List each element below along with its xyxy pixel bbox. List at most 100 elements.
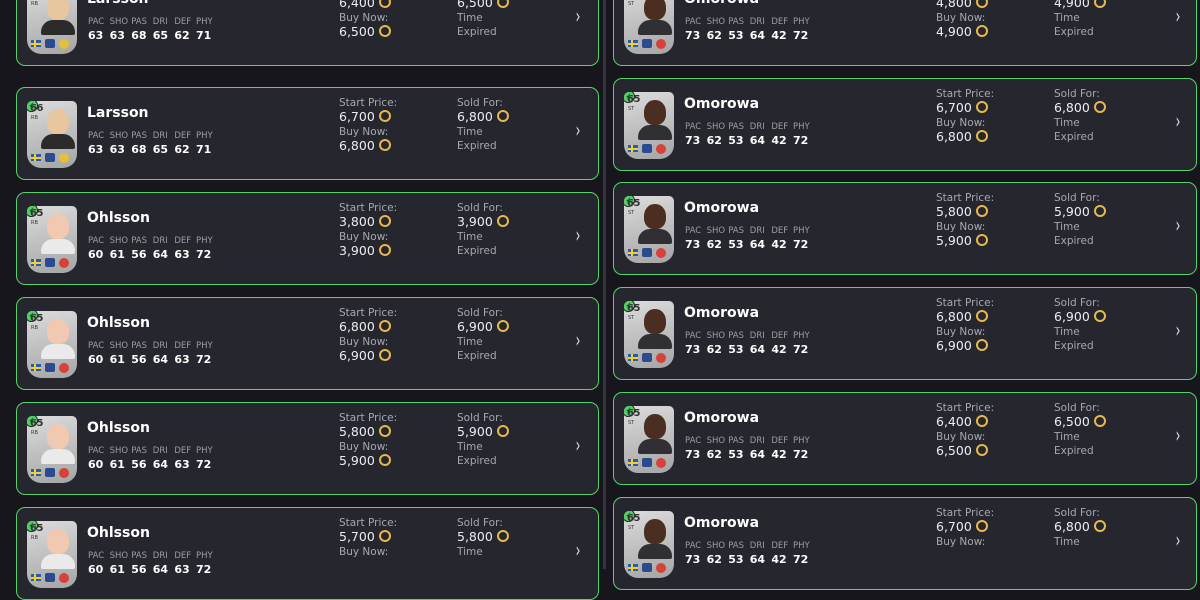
- stat-value: 73: [685, 448, 701, 461]
- chevron-right-icon[interactable]: ›: [1176, 528, 1181, 552]
- player-portrait: [644, 0, 666, 20]
- sold-item-row[interactable]: ✓66RB Larsson PAC SHOPAS DRI DEFPHY 63 63 68 65 62…: [16, 87, 599, 180]
- stat-value: 63: [88, 29, 104, 42]
- chevron-right-icon[interactable]: ›: [576, 433, 581, 457]
- player-card[interactable]: ✓65ST: [624, 92, 674, 159]
- time-label-line: Time: [1054, 535, 1106, 549]
- chevron-right-icon[interactable]: ›: [576, 118, 581, 142]
- stat-value: 56: [131, 563, 147, 576]
- chevron-right-icon[interactable]: ›: [576, 4, 581, 28]
- chevron-right-icon[interactable]: ›: [1176, 423, 1181, 447]
- club-badge-icon: [59, 39, 69, 49]
- stat-label: DRI: [152, 131, 168, 141]
- start-price-value-line: 5,700: [339, 530, 397, 545]
- sold-item-row[interactable]: ✓65ST Omorowa PAC SHOPAS DRI DEFPHY 73 62 53 64 42…: [613, 78, 1197, 171]
- time-value: Expired: [457, 455, 497, 467]
- start-price-label-line: Start Price:: [936, 401, 994, 415]
- stat-label: PAS: [728, 122, 744, 132]
- time-value-line: Expired: [457, 25, 509, 39]
- sold-item-row[interactable]: ✓ 65 RB Ohlsson PAC SHO PAS DRI DEF PHY 60 61 56 64 63…: [16, 507, 599, 600]
- player-card[interactable]: ✓ 65 RB: [27, 521, 77, 588]
- sold-item-row[interactable]: ✓66RB Larsson PAC SHOPAS DRI DEFPHY 63 63 68 65 62…: [16, 0, 599, 66]
- sold-item-row[interactable]: ✓ 65 RB Ohlsson PAC SHO PAS DRI DEF PHY 60 61 56 64 63…: [16, 402, 599, 495]
- time-value: Expired: [1054, 445, 1094, 457]
- stat-label: PAS: [728, 541, 744, 551]
- player-card[interactable]: ✓65ST: [624, 301, 674, 368]
- price-group: Start Price: 5,700 Buy Now:: [339, 516, 397, 559]
- player-card[interactable]: ✓65ST: [624, 196, 674, 263]
- league-badge-icon: [642, 353, 652, 362]
- chevron-right-icon[interactable]: ›: [1176, 109, 1181, 133]
- stat-label: PAS: [131, 17, 147, 27]
- player-card[interactable]: ✓ 65 RB: [27, 206, 77, 273]
- buy-now-label: Buy Now:: [936, 536, 986, 548]
- player-position: RB: [31, 430, 38, 436]
- player-position: ST: [628, 106, 635, 112]
- stat-label: SHO: [706, 122, 726, 132]
- chevron-right-icon[interactable]: ›: [576, 223, 581, 247]
- stat-labels: PAC SHO PAS DRI DEF PHY: [685, 541, 815, 551]
- player-shirt: [638, 125, 672, 140]
- stat-label: DRI: [749, 436, 765, 446]
- sold-for-value-line: 6,800: [1054, 520, 1106, 535]
- price-group: Sold For: 6,800 Time Expired: [1054, 87, 1106, 144]
- stat-label: DRI: [152, 341, 168, 351]
- stat-label: PHY: [195, 551, 213, 561]
- start-price-label-line: Start Price:: [936, 191, 994, 205]
- buy-now-label: Buy Now:: [936, 326, 986, 338]
- chevron-right-icon[interactable]: ›: [1176, 318, 1181, 342]
- sold-for-value-line: 6,800: [457, 110, 509, 125]
- player-card[interactable]: ✓65ST: [624, 0, 674, 54]
- stat-label: PAS: [728, 436, 744, 446]
- stat-value: 60: [88, 563, 104, 576]
- sold-for-value: 5,900: [1054, 204, 1090, 219]
- stat-value: 63: [174, 458, 190, 471]
- sold-item-row[interactable]: ✓ 65 RB Ohlsson PAC SHO PAS DRI DEF PHY 60 61 56 64 63…: [16, 297, 599, 390]
- stat-label: PAS: [728, 331, 744, 341]
- sold-item-row[interactable]: ✓65ST Omorowa PAC SHOPAS DRI DEFPHY 73 62 53 64 42…: [613, 0, 1197, 66]
- sold-item-row[interactable]: ✓ 65 RB Ohlsson PAC SHO PAS DRI DEF PHY 60 61 56 64 63…: [16, 192, 599, 285]
- player-card[interactable]: ✓ 65 RB: [27, 311, 77, 378]
- sold-item-row[interactable]: ✓65ST Omorowa PAC SHOPAS DRI DEFPHY 73 62 53 64 42…: [613, 497, 1197, 590]
- stat-value: 71: [195, 143, 212, 156]
- start-price-value: 6,400: [936, 414, 972, 429]
- sold-item-row[interactable]: ✓65ST Omorowa PAC SHOPAS DRI DEFPHY 73 62 53 64 42…: [613, 287, 1197, 380]
- player-card[interactable]: ✓66RB: [27, 101, 77, 168]
- stat-label: DEF: [771, 331, 789, 341]
- stat-value: 53: [728, 448, 744, 461]
- chevron-right-icon[interactable]: ›: [1176, 4, 1181, 28]
- sold-item-row[interactable]: ✓65ST Omorowa PAC SHOPAS DRI DEFPHY 73 62 53 64 42…: [613, 182, 1197, 275]
- league-badge-icon: [45, 258, 55, 267]
- player-shirt: [41, 554, 75, 569]
- start-price-value: 5,800: [936, 204, 972, 219]
- player-card[interactable]: ✓66RB: [27, 0, 77, 54]
- stat-label: SHO: [706, 17, 726, 27]
- coin-icon: [496, 425, 509, 437]
- player-card[interactable]: ✓65ST: [624, 511, 674, 578]
- sold-item-row[interactable]: ✓65ST Omorowa PAC SHOPAS DRI DEFPHY 73 62 53 64 42…: [613, 392, 1197, 485]
- time-value: Expired: [457, 140, 497, 152]
- sold-for-label-line: Sold For:: [457, 411, 509, 425]
- transfer-list-right[interactable]: ✓65STOmorowaPACSHOPASDRIDEFPHY7362536442…: [606, 0, 1200, 590]
- chevron-right-icon[interactable]: ›: [576, 538, 581, 562]
- club-badge-icon: [656, 353, 666, 363]
- stat-label: SHO: [706, 541, 726, 551]
- player-card[interactable]: ✓ 65 RB: [27, 416, 77, 483]
- start-price-value-line: 6,400: [936, 415, 994, 430]
- chevron-right-icon[interactable]: ›: [1176, 213, 1181, 237]
- sold-for-label-line: Sold For:: [457, 96, 509, 110]
- coin-icon: [1093, 0, 1106, 8]
- sold-for-value: 6,500: [1054, 414, 1090, 429]
- player-card[interactable]: ✓65ST: [624, 406, 674, 473]
- player-portrait: [47, 319, 69, 344]
- start-price-value: 6,800: [339, 319, 375, 334]
- chevron-right-icon[interactable]: ›: [576, 328, 581, 352]
- time-label: Time: [1054, 431, 1080, 443]
- stat-value: 64: [749, 29, 766, 42]
- player-shirt: [41, 134, 75, 149]
- coin-icon: [975, 101, 988, 113]
- stat-values: 73 62 53 64 42 72: [685, 553, 815, 566]
- club-badge-icon: [656, 563, 666, 573]
- stat-label: DEF: [174, 236, 192, 246]
- stat-value: 62: [706, 134, 722, 147]
